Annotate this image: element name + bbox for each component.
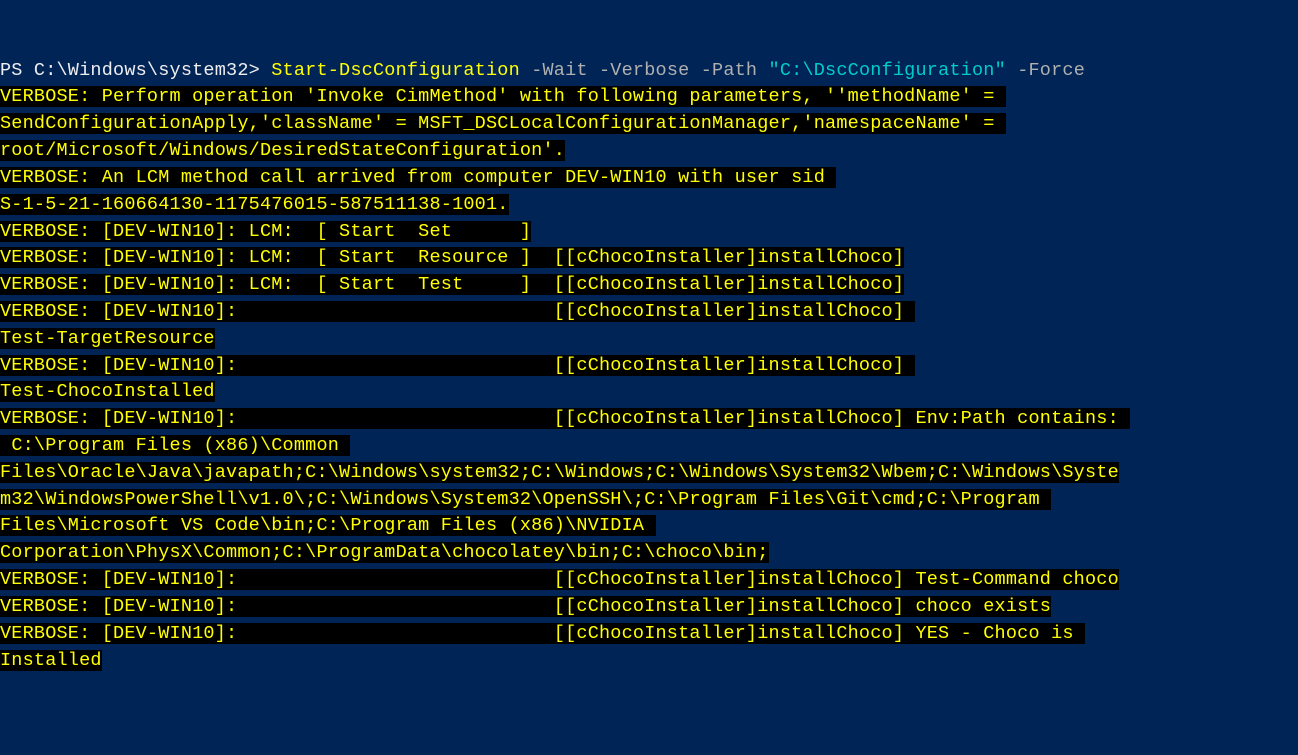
param-wait: -Wait (520, 60, 588, 81)
command-name: Start-DscConfiguration (271, 60, 520, 81)
verbose-line: VERBOSE: [DEV-WIN10]: [[cChocoInstaller]… (0, 408, 1130, 429)
verbose-line: Files\Microsoft VS Code\bin;C:\Program F… (0, 515, 656, 536)
param-path-flag: -Path (689, 60, 768, 81)
verbose-line: VERBOSE: [DEV-WIN10]: LCM: [ Start Resou… (0, 247, 904, 268)
verbose-line: VERBOSE: [DEV-WIN10]: [[cChocoInstaller]… (0, 596, 1051, 617)
verbose-line: VERBOSE: [DEV-WIN10]: [[cChocoInstaller]… (0, 301, 915, 322)
verbose-line: Installed (0, 650, 102, 671)
verbose-line: VERBOSE: [DEV-WIN10]: LCM: [ Start Set ] (0, 221, 531, 242)
param-force: -Force (1006, 60, 1085, 81)
verbose-line: m32\WindowsPowerShell\v1.0\;C:\Windows\S… (0, 489, 1051, 510)
verbose-line: root/Microsoft/Windows/DesiredStateConfi… (0, 140, 565, 161)
verbose-line: VERBOSE: [DEV-WIN10]: [[cChocoInstaller]… (0, 623, 1085, 644)
verbose-line: VERBOSE: An LCM method call arrived from… (0, 167, 836, 188)
param-verbose: -Verbose (588, 60, 690, 81)
verbose-line: Test-ChocoInstalled (0, 381, 215, 402)
verbose-line: Files\Oracle\Java\javapath;C:\Windows\sy… (0, 462, 1119, 483)
verbose-line: SendConfigurationApply,'className' = MSF… (0, 113, 1006, 134)
verbose-line: Corporation\PhysX\Common;C:\ProgramData\… (0, 542, 769, 563)
prompt-prefix: PS C:\Windows\system32> (0, 60, 271, 81)
verbose-line: C:\Program Files (x86)\Common (0, 435, 350, 456)
param-path-value: "C:\DscConfiguration" (769, 60, 1006, 81)
verbose-line: S-1-5-21-160664130-1175476015-587511138-… (0, 194, 509, 215)
terminal-output[interactable]: PS C:\Windows\system32> Start-DscConfigu… (0, 58, 1294, 675)
verbose-line: VERBOSE: [DEV-WIN10]: LCM: [ Start Test … (0, 274, 904, 295)
verbose-line: VERBOSE: [DEV-WIN10]: [[cChocoInstaller]… (0, 569, 1119, 590)
verbose-line: VERBOSE: [DEV-WIN10]: [[cChocoInstaller]… (0, 355, 915, 376)
verbose-line: VERBOSE: Perform operation 'Invoke CimMe… (0, 86, 1006, 107)
verbose-line: Test-TargetResource (0, 328, 215, 349)
